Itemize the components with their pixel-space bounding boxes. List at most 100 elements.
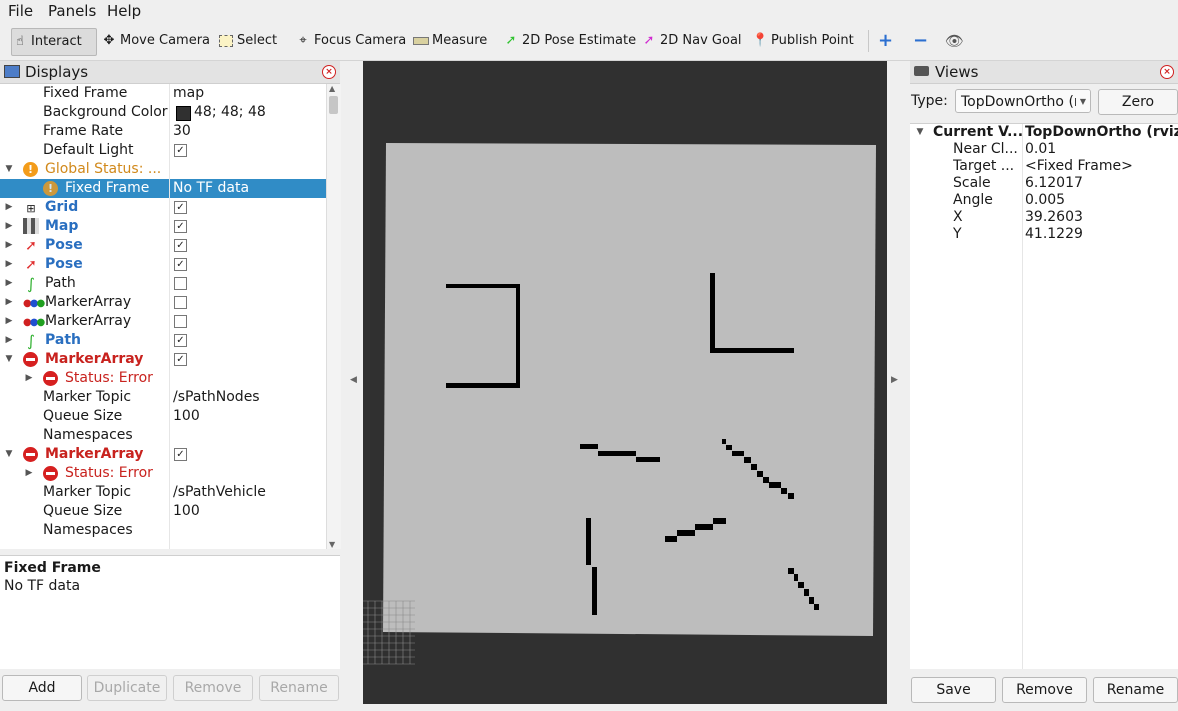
collapsed-arrow-icon[interactable]: ▶ (4, 217, 14, 236)
view-property-row[interactable]: Target ... <Fixed Frame> (910, 158, 1178, 175)
tool-focus-camera[interactable]: ⌖ Focus Camera (295, 28, 406, 54)
markerarray-checkbox[interactable]: ✓ (174, 353, 187, 366)
display-row-markerarray-error[interactable]: ▼ MarkerArray ✓ (0, 445, 326, 464)
property-row[interactable]: Namespaces (0, 521, 326, 540)
display-row-map[interactable]: ▶ Map ✓ (0, 217, 326, 236)
property-row[interactable]: Marker Topic /sPathNodes (0, 388, 326, 407)
expand-arrow-icon[interactable]: ▼ (4, 350, 14, 369)
collapse-left-icon[interactable]: ◀ (350, 375, 357, 385)
close-icon[interactable]: × (1160, 65, 1174, 79)
collapsed-arrow-icon[interactable]: ▶ (4, 274, 14, 293)
collapsed-arrow-icon[interactable]: ▶ (4, 312, 14, 331)
scrollbar-thumb[interactable] (329, 96, 338, 114)
menu-panels[interactable]: Panels (48, 2, 96, 20)
display-row-grid[interactable]: ▶ ⊞ Grid ✓ (0, 198, 326, 217)
view-property-row[interactable]: X 39.2603 (910, 209, 1178, 226)
property-row[interactable]: Frame Rate 30 (0, 122, 326, 141)
map-checkbox[interactable]: ✓ (174, 220, 187, 233)
collapsed-arrow-icon[interactable]: ▶ (24, 369, 34, 388)
status-error-row[interactable]: ▶ Status: Error (0, 464, 326, 483)
tool-interact[interactable]: ☝ Interact (11, 28, 97, 56)
property-description: Fixed Frame No TF data (0, 555, 340, 669)
tool-2d-nav-goal[interactable]: ➚ 2D Nav Goal (641, 28, 742, 54)
menu-help[interactable]: Help (107, 2, 141, 20)
display-row-markerarray[interactable]: ▶ ●●● MarkerArray (0, 312, 326, 331)
remove-tool-minus-icon[interactable]: − (913, 28, 928, 54)
display-row-pose[interactable]: ▶ ➚ Pose ✓ (0, 236, 326, 255)
path-checkbox[interactable] (174, 277, 187, 290)
tool-select[interactable]: Select (218, 28, 277, 54)
scroll-up-icon[interactable]: ▲ (329, 84, 335, 93)
pose-checkbox[interactable]: ✓ (174, 258, 187, 271)
property-row[interactable]: Default Light ✓ (0, 141, 326, 160)
close-icon[interactable]: × (322, 65, 336, 79)
rename-display-button[interactable]: Rename (259, 675, 339, 701)
grid-checkbox[interactable]: ✓ (174, 201, 187, 214)
collapsed-arrow-icon[interactable]: ▶ (24, 464, 34, 483)
view-property-row[interactable]: Near Cl... 0.01 (910, 141, 1178, 158)
expand-arrow-icon[interactable]: ▼ (4, 160, 14, 179)
path-curve-icon: ∫ (27, 275, 35, 293)
pose-checkbox[interactable]: ✓ (174, 239, 187, 252)
property-row[interactable]: Queue Size 100 (0, 407, 326, 426)
property-row[interactable]: Fixed Frame map (0, 84, 326, 103)
property-row[interactable]: Background Color 48; 48; 48 (0, 103, 326, 122)
zero-button[interactable]: Zero (1098, 89, 1178, 115)
collapsed-arrow-icon[interactable]: ▶ (4, 293, 14, 312)
view-type-label: Type: (911, 93, 948, 109)
display-row-path[interactable]: ▶ ∫ Path (0, 274, 326, 293)
display-row-markerarray[interactable]: ▶ ●●● MarkerArray (0, 293, 326, 312)
tool-move-camera[interactable]: ✥ Move Camera (101, 28, 210, 54)
expand-arrow-icon[interactable]: ▼ (915, 124, 925, 141)
occupancy-map[interactable] (363, 61, 887, 704)
display-row-fixed-frame-status[interactable]: ! Fixed Frame No TF data (0, 179, 326, 198)
color-swatch[interactable] (176, 106, 191, 121)
collapsed-arrow-icon[interactable]: ▶ (4, 198, 14, 217)
marker-balls-icon: ●●● (23, 317, 45, 328)
tool-measure[interactable]: Measure (413, 28, 487, 54)
display-row-pose[interactable]: ▶ ➚ Pose ✓ (0, 255, 326, 274)
property-row[interactable]: Namespaces (0, 426, 326, 445)
path-checkbox[interactable]: ✓ (174, 334, 187, 347)
property-row[interactable]: Marker Topic /sPathVehicle (0, 483, 326, 502)
collapsed-arrow-icon[interactable]: ▶ (4, 331, 14, 350)
collapse-right-icon[interactable]: ▶ (891, 375, 898, 385)
scroll-down-icon[interactable]: ▼ (329, 540, 335, 549)
save-view-button[interactable]: Save (911, 677, 996, 703)
displays-scrollbar[interactable]: ▲ ▼ (326, 84, 341, 549)
error-icon (23, 447, 38, 462)
view-type-select[interactable]: TopDownOrtho (rviz) ▼ (955, 89, 1091, 113)
display-row-path[interactable]: ▶ ∫ Path ✓ (0, 331, 326, 350)
display-row-markerarray-error[interactable]: ▼ MarkerArray ✓ (0, 350, 326, 369)
displays-title: Displays (25, 63, 89, 81)
menu-file[interactable]: File (8, 2, 33, 20)
render-viewport[interactable] (363, 61, 887, 704)
status-error-row[interactable]: ▶ Status: Error (0, 369, 326, 388)
display-row-global-status[interactable]: ▼ ! Global Status: ... (0, 160, 326, 179)
current-view-row[interactable]: ▼ Current V... TopDownOrtho (rviz) (910, 124, 1178, 141)
default-light-checkbox[interactable]: ✓ (174, 144, 187, 157)
add-tool-plus-icon[interactable]: + (878, 28, 893, 54)
markerarray-checkbox[interactable] (174, 296, 187, 309)
remove-view-button[interactable]: Remove (1002, 677, 1087, 703)
add-display-button[interactable]: Add (2, 675, 82, 701)
tool-publish-point[interactable]: 📍 Publish Point (752, 28, 854, 54)
move-camera-icon: ✥ (103, 33, 115, 48)
markerarray-checkbox[interactable]: ✓ (174, 448, 187, 461)
chevron-down-icon: ▼ (1076, 90, 1090, 112)
rename-view-button[interactable]: Rename (1093, 677, 1178, 703)
view-property-row[interactable]: Y 41.1229 (910, 226, 1178, 243)
menu-bar: File Panels Help (0, 0, 1178, 22)
remove-display-button[interactable]: Remove (173, 675, 253, 701)
collapsed-arrow-icon[interactable]: ▶ (4, 236, 14, 255)
duplicate-display-button[interactable]: Duplicate (87, 675, 167, 701)
collapsed-arrow-icon[interactable]: ▶ (4, 255, 14, 274)
markerarray-checkbox[interactable] (174, 315, 187, 328)
tool-2d-pose-estimate[interactable]: ➚ 2D Pose Estimate (503, 28, 637, 54)
view-property-row[interactable]: Angle 0.005 (910, 192, 1178, 209)
property-row[interactable]: Queue Size 100 (0, 502, 326, 521)
focus-crosshair-icon: ⌖ (299, 33, 307, 48)
eye-icon[interactable]: 👁 (945, 28, 964, 54)
expand-arrow-icon[interactable]: ▼ (4, 445, 14, 464)
view-property-row[interactable]: Scale 6.12017 (910, 175, 1178, 192)
